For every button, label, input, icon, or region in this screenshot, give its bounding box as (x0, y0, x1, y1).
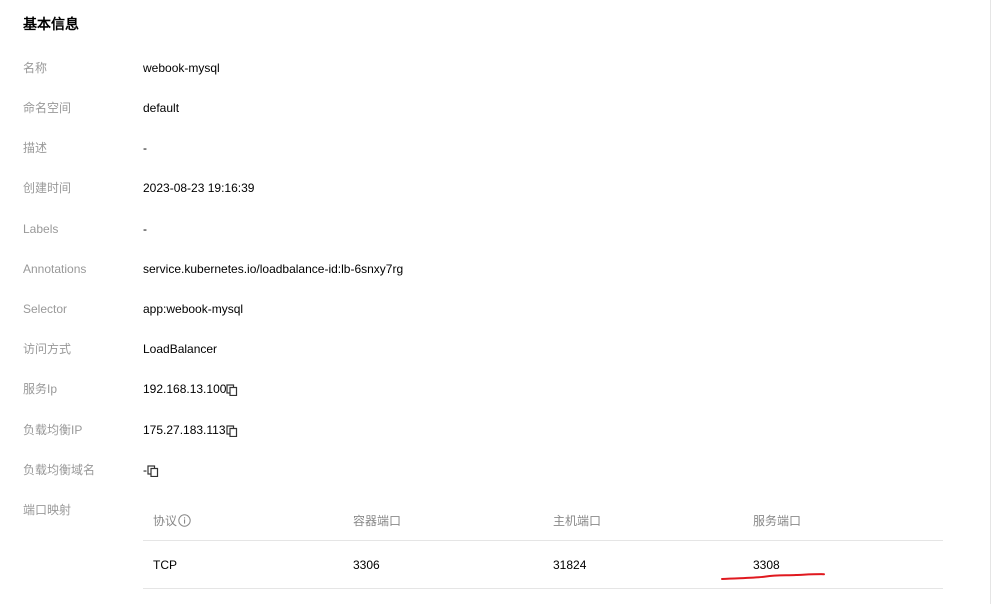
field-value-access-mode: LoadBalancer (143, 342, 218, 356)
field-label-lb-domain: 负载均衡域名 (23, 463, 96, 477)
header-container-port: 容器端口 (353, 513, 402, 528)
field-row-description: 描述 - (0, 138, 960, 158)
header-host-port: 主机端口 (553, 513, 602, 528)
field-value-lb-ip-wrap: 175.27.183.113 (143, 420, 238, 440)
table-header: 协议 容器端口 主机端口 服务端口 (143, 500, 943, 541)
port-mapping-table: 协议 容器端口 主机端口 服务端口 TCP 3306 31824 3308 (143, 500, 943, 589)
service-detail-page: 基本信息 名称 webook-mysql 命名空间 default 描述 - 创… (0, 0, 991, 604)
field-label-description: 描述 (23, 141, 48, 155)
field-label-service-ip: 服务Ip (23, 382, 58, 396)
field-value-service-ip: 192.168.13.100 (143, 382, 227, 396)
header-protocol: 协议 (153, 500, 191, 540)
copy-icon[interactable] (225, 425, 238, 437)
field-value-lb-ip: 175.27.183.113 (143, 423, 226, 437)
field-row-labels: Labels - (0, 219, 960, 239)
field-row-annotations: Annotations service.kubernetes.io/loadba… (0, 259, 960, 279)
field-row-name: 名称 webook-mysql (0, 58, 960, 78)
field-value-description: - (143, 141, 147, 155)
field-row-access-mode: 访问方式 LoadBalancer (0, 339, 960, 359)
field-value-labels: - (143, 222, 147, 236)
copy-icon[interactable] (147, 465, 159, 477)
field-label-lb-ip: 负载均衡IP (23, 423, 83, 437)
field-label-selector: Selector (23, 302, 68, 316)
info-circle-icon[interactable] (178, 513, 191, 527)
field-row-lb-domain: 负载均衡域名 - (0, 460, 960, 480)
field-value-lb-domain-wrap: - (143, 460, 159, 480)
field-label-labels: Labels (23, 222, 59, 236)
field-value-selector: app:webook-mysql (143, 302, 244, 316)
field-row-service-ip: 服务Ip 192.168.13.100 (0, 379, 960, 399)
field-label-namespace: 命名空间 (23, 101, 72, 115)
field-value-annotations: service.kubernetes.io/loadbalance-id:lb-… (143, 262, 404, 276)
field-row-lb-ip: 负载均衡IP 175.27.183.113 (0, 420, 960, 440)
port-mapping-label: 端口映射 (23, 503, 72, 517)
field-value-created-at: 2023-08-23 19:16:39 (143, 181, 255, 195)
field-label-annotations: Annotations (23, 262, 87, 276)
field-label-name: 名称 (23, 61, 48, 75)
header-protocol-label: 协议 (153, 513, 178, 528)
field-label-access-mode: 访问方式 (23, 342, 72, 356)
table-row: TCP 3306 31824 3308 (143, 541, 943, 589)
section-title: 基本信息 (23, 16, 79, 32)
field-value-name: webook-mysql (143, 61, 220, 75)
copy-icon[interactable] (226, 384, 238, 396)
header-service-port: 服务端口 (753, 513, 802, 528)
cell-protocol: TCP (153, 557, 177, 572)
field-value-namespace: default (143, 101, 180, 115)
field-row-created-at: 创建时间 2023-08-23 19:16:39 (0, 178, 960, 198)
field-label-created-at: 创建时间 (23, 181, 72, 195)
cell-container-port: 3306 (353, 557, 380, 572)
field-row-selector: Selector app:webook-mysql (0, 299, 960, 319)
field-value-service-ip-wrap: 192.168.13.100 (143, 379, 238, 399)
cell-host-port: 31824 (553, 557, 587, 572)
cell-service-port: 3308 (753, 557, 780, 572)
field-row-namespace: 命名空间 default (0, 98, 960, 118)
